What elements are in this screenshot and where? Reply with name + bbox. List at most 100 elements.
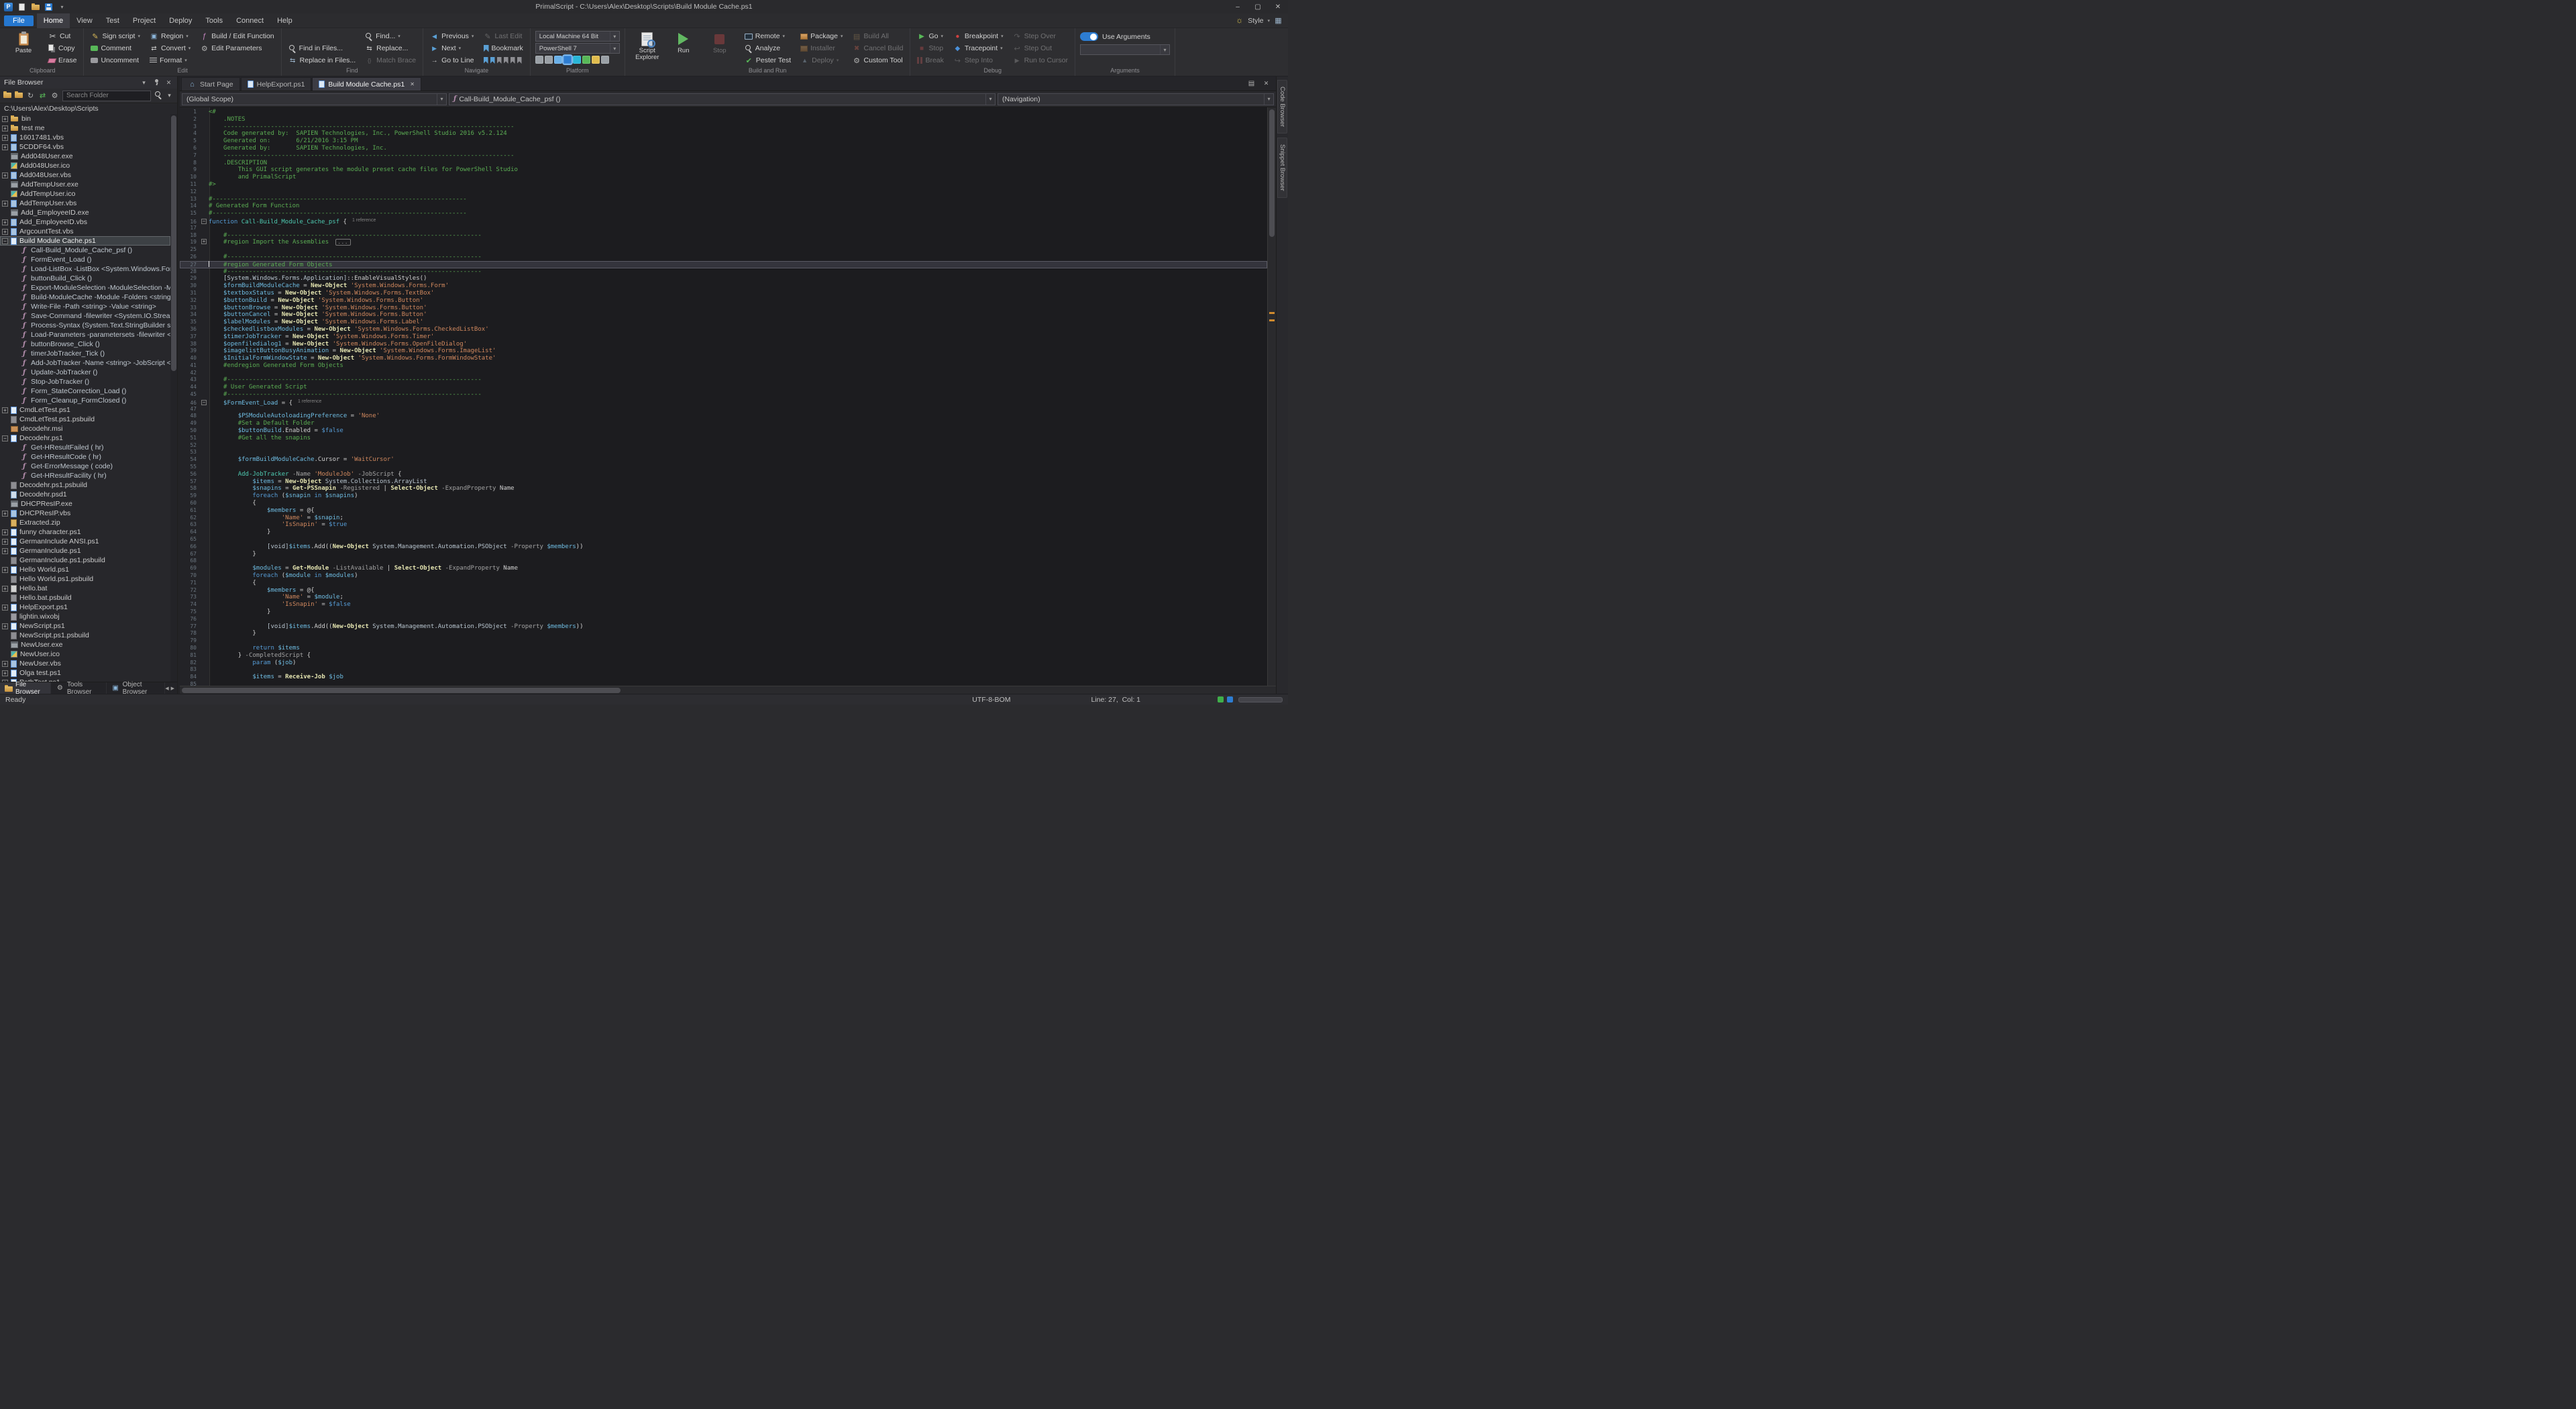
scrollbar-thumb[interactable] — [1269, 109, 1275, 237]
tree-item[interactable]: +Hello.bat — [0, 584, 170, 593]
platform-combo-2[interactable]: PowerShell 7▾ — [535, 43, 620, 54]
tree-item[interactable]: NewUser.ico — [0, 649, 170, 659]
expand-icon[interactable]: + — [2, 605, 8, 611]
tree-item[interactable]: +funny character.ps1 — [0, 527, 170, 537]
go-button[interactable]: ▶Go▾ — [915, 30, 945, 42]
file-menu-button[interactable]: File — [4, 15, 34, 26]
cut-button[interactable]: ✂Cut — [46, 30, 78, 42]
expand-icon[interactable]: + — [2, 229, 8, 235]
line-col-indicator[interactable]: Line: 27, Col: 1 — [1091, 696, 1140, 704]
tree-function-item[interactable]: ƒSave-Command -filewriter <System.IO.Str… — [0, 311, 170, 321]
expand-icon[interactable]: + — [2, 135, 8, 141]
tree-function-item[interactable]: ƒForm_StateCorrection_Load () — [0, 386, 170, 396]
qat-arrow-button[interactable]: ▾ — [56, 1, 68, 13]
tree-item[interactable]: +HelpExport.ps1 — [0, 603, 170, 612]
tree-item[interactable]: +ArgcountTest.vbs — [0, 227, 170, 236]
style-label[interactable]: Style — [1248, 17, 1263, 25]
tree-scrollbar[interactable] — [170, 114, 177, 682]
tree-item[interactable]: AddTempUser.ico — [0, 189, 170, 199]
menu-tab-deploy[interactable]: Deploy — [162, 13, 199, 28]
tree-function-item[interactable]: ƒGet-HResultFacility ( hr) — [0, 471, 170, 480]
tree-function-item[interactable]: ƒAdd-JobTracker -Name <string> -JobScrip… — [0, 358, 170, 368]
layout-icon[interactable]: ▦ — [1274, 16, 1283, 25]
chevron-down-icon[interactable]: ▾ — [1264, 94, 1273, 105]
search-input[interactable] — [62, 91, 151, 101]
tree-function-item[interactable]: ƒUpdate-JobTracker () — [0, 368, 170, 377]
collapse-icon[interactable]: − — [2, 238, 8, 244]
expand-icon[interactable]: + — [2, 116, 8, 122]
platform-icon-2[interactable] — [545, 56, 553, 64]
tree-function-item[interactable]: ƒGet-ErrorMessage ( code) — [0, 462, 170, 471]
tree-item[interactable]: +bin — [0, 114, 170, 123]
breakpoint-button[interactable]: ●Breakpoint▾ — [951, 30, 1006, 42]
tree-item[interactable]: −Build Module Cache.ps1 — [0, 236, 170, 246]
save-button[interactable] — [43, 1, 54, 13]
tree-function-item[interactable]: ƒStop-JobTracker () — [0, 377, 170, 386]
search-button[interactable] — [154, 91, 162, 101]
platform-icon-3[interactable] — [554, 56, 562, 64]
tree-item[interactable]: +test me — [0, 123, 170, 133]
tree-item[interactable]: decodehr.msi — [0, 424, 170, 433]
sync-button[interactable]: ⇄ — [38, 91, 47, 100]
platform-icon-7[interactable] — [592, 56, 600, 64]
use-arguments-toggle[interactable] — [1080, 32, 1098, 41]
next-button[interactable]: ▶Next▾ — [428, 42, 476, 54]
previous-button[interactable]: ◀Previous▾ — [428, 30, 476, 42]
tree-function-item[interactable]: ƒbuttonBrowse_Click () — [0, 340, 170, 349]
format-button[interactable]: Format▾ — [148, 54, 193, 66]
tree-item[interactable]: +GermanInclude.ps1 — [0, 546, 170, 556]
expand-icon[interactable]: + — [2, 680, 8, 682]
tree-item[interactable]: Extracted.zip — [0, 518, 170, 527]
expand-icon[interactable]: + — [2, 623, 8, 629]
tree-item[interactable]: +AddTempUser.vbs — [0, 199, 170, 208]
folder-up-button[interactable] — [15, 91, 23, 100]
collapse-icon[interactable]: − — [2, 435, 8, 441]
expand-icon[interactable]: + — [2, 670, 8, 676]
platform-combo-1[interactable]: Local Machine 64 Bit▾ — [535, 31, 620, 42]
tree-item[interactable]: DHCPResIP.exe — [0, 499, 170, 509]
menu-tab-view[interactable]: View — [70, 13, 99, 28]
scope-combo[interactable]: (Global Scope) ▾ — [182, 93, 447, 105]
vertical-scrollbar[interactable] — [1267, 107, 1276, 686]
remote-button[interactable]: Remote▾ — [743, 30, 793, 42]
tree-item[interactable]: CmdLetTest.ps1.psbuild — [0, 415, 170, 424]
scrollbar-thumb[interactable] — [182, 688, 621, 693]
expand-icon[interactable]: + — [2, 511, 8, 517]
tree-function-item[interactable]: ƒGet-HResultFailed ( hr) — [0, 443, 170, 452]
tree-function-item[interactable]: ƒbuttonBuild_Click () — [0, 274, 170, 283]
bookmark-icon[interactable] — [517, 57, 522, 64]
expand-icon[interactable]: + — [2, 529, 8, 535]
maximize-button[interactable]: ▢ — [1248, 0, 1268, 13]
tree-item[interactable]: +5CDDF64.vbs — [0, 142, 170, 152]
platform-icon-4[interactable] — [564, 56, 572, 64]
comment-button[interactable]: Comment — [89, 42, 142, 54]
tree-item[interactable]: +PathTest.ps1 — [0, 678, 170, 682]
platform-icon-6[interactable] — [582, 56, 590, 64]
chevron-down-button[interactable]: ▾ — [165, 91, 174, 100]
panel-tab-tools-browser[interactable]: ⚙Tools Browser — [51, 682, 107, 694]
erase-button[interactable]: Erase — [46, 54, 78, 66]
tree-function-item[interactable]: ƒBuild-ModuleCache -Module -Folders <str… — [0, 293, 170, 302]
tree-item[interactable]: lightin.wixobj — [0, 612, 170, 621]
menu-tab-tools[interactable]: Tools — [199, 13, 229, 28]
paste-button[interactable]: Paste — [6, 30, 41, 65]
build-edit-function-button[interactable]: ƒBuild / Edit Function — [198, 30, 276, 42]
style-icon[interactable]: ☼ — [1235, 16, 1244, 25]
dock-tab-code-browser[interactable]: Code Browser — [1277, 80, 1287, 134]
replace-in-files-button[interactable]: ⇆Replace in Files... — [286, 54, 358, 66]
tab-list-button[interactable]: ▤ — [1247, 79, 1256, 88]
analyze-button[interactable]: Analyze — [743, 42, 793, 54]
uncomment-button[interactable]: Uncomment — [89, 54, 142, 66]
sign-script-button[interactable]: ✎Sign script▾ — [89, 30, 142, 42]
menu-tab-home[interactable]: Home — [37, 13, 70, 28]
tree-item[interactable]: +NewUser.vbs — [0, 659, 170, 668]
edit-parameters-button[interactable]: ⚙Edit Parameters — [198, 42, 276, 54]
editor-tab-start-page[interactable]: ⌂Start Page — [181, 77, 240, 91]
expand-icon[interactable]: + — [2, 539, 8, 545]
tree-item[interactable]: +Olga test.ps1 — [0, 668, 170, 678]
pin-icon-button[interactable] — [153, 79, 160, 87]
arguments-combo[interactable]: ▾ — [1080, 44, 1170, 55]
bookmark-icon[interactable] — [484, 57, 488, 64]
tree-item[interactable]: Add048User.ico — [0, 161, 170, 170]
bookmark-icon[interactable] — [504, 57, 508, 64]
